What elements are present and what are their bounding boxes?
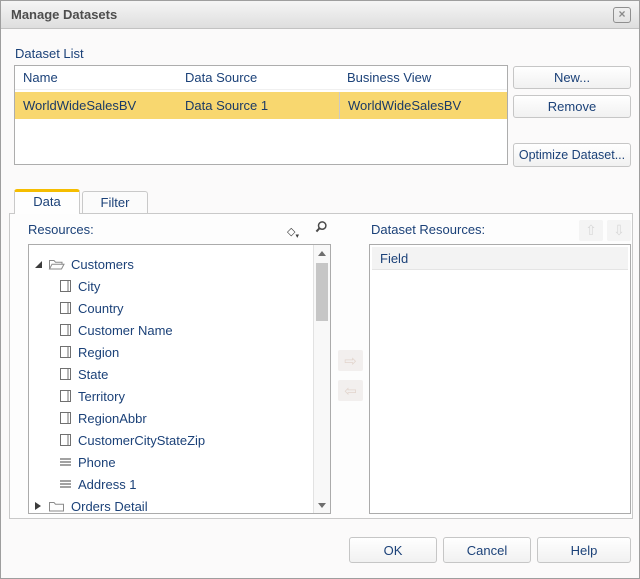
field-icon	[59, 433, 72, 447]
field-icon	[59, 345, 72, 359]
row-data-source: Data Source 1	[185, 98, 269, 113]
tree-item-address-1[interactable]: Address 1	[29, 473, 313, 495]
field-icon	[59, 323, 72, 337]
dataset-resources-list: Field	[369, 244, 631, 514]
expand-icon[interactable]	[35, 502, 48, 510]
close-icon: ×	[618, 7, 626, 21]
tree-item-label: RegionAbbr	[78, 410, 147, 426]
dialog-title: Manage Datasets	[11, 7, 118, 22]
tree-item-label: State	[78, 366, 109, 382]
arrow-up-icon: ⇧	[585, 222, 597, 239]
folder-open-icon	[48, 258, 65, 271]
search-icon[interactable]	[313, 220, 329, 236]
move-down-button[interactable]: ⇩	[607, 220, 631, 241]
field-icon	[59, 389, 72, 403]
remove-button[interactable]: Remove	[513, 95, 631, 118]
remove-from-dataset-button[interactable]: ⇦	[338, 380, 363, 401]
column-header-name: Name	[23, 70, 58, 85]
row-name: WorldWideSalesBV	[23, 98, 137, 113]
tree-item-label: CustomerCityStateZip	[78, 432, 206, 448]
manage-datasets-dialog: Manage Datasets × Dataset List Name Data…	[0, 0, 640, 579]
tree-item-country[interactable]: Country	[29, 297, 313, 319]
tree-item-regionabbr[interactable]: RegionAbbr	[29, 407, 313, 429]
lines-icon	[59, 477, 72, 491]
scrollbar-thumb[interactable]	[316, 263, 328, 321]
resources-tree: Customers City Country Customer Name Region S…	[28, 244, 331, 514]
tree-item-customercitystatezip[interactable]: CustomerCityStateZip	[29, 429, 313, 451]
ok-button[interactable]: OK	[349, 537, 437, 563]
arrow-left-icon: ⇦	[344, 381, 357, 400]
field-icon	[59, 367, 72, 381]
tree-item-label: Phone	[78, 454, 116, 470]
field-column-header: Field	[372, 247, 628, 270]
tree-item-label: Country	[78, 300, 124, 316]
tree-scrollbar[interactable]	[313, 245, 330, 513]
column-header-data-source: Data Source	[185, 70, 258, 85]
tree-item-customers[interactable]: Customers	[29, 253, 313, 275]
scroll-down-icon[interactable]	[314, 497, 330, 513]
close-button[interactable]: ×	[613, 7, 631, 23]
tree-item-city[interactable]: City	[29, 275, 313, 297]
resource-tree-rows: Customers City Country Customer Name Region S…	[29, 245, 313, 513]
collapse-icon[interactable]	[35, 261, 48, 268]
tree-item-label: Orders Detail	[71, 498, 148, 514]
table-row[interactable]: WorldWideSalesBV Data Source 1 WorldWide…	[15, 92, 507, 119]
move-up-button[interactable]: ⇧	[579, 220, 603, 241]
field-icon	[59, 301, 72, 315]
tab-filter[interactable]: Filter	[82, 191, 148, 213]
tree-item-territory[interactable]: Territory	[29, 385, 313, 407]
tree-item-orders-detail[interactable]: Orders Detail	[29, 495, 313, 513]
add-to-dataset-button[interactable]: ⇨	[338, 350, 363, 371]
lines-icon	[59, 455, 72, 469]
sort-icon[interactable]: ◇▾	[287, 222, 307, 240]
tree-item-label: Customer Name	[78, 322, 173, 338]
scroll-up-icon[interactable]	[314, 245, 330, 261]
help-button[interactable]: Help	[537, 537, 631, 563]
tree-item-customer-name[interactable]: Customer Name	[29, 319, 313, 341]
dataset-resources-label: Dataset Resources:	[371, 222, 486, 237]
arrow-down-icon: ⇩	[613, 222, 625, 239]
field-icon	[59, 411, 72, 425]
tree-item-label: Address 1	[78, 476, 137, 492]
dataset-table: Name Data Source Business View WorldWide…	[14, 65, 508, 165]
folder-closed-icon	[48, 500, 65, 513]
tree-item-region[interactable]: Region	[29, 341, 313, 363]
dataset-table-header: Name Data Source Business View	[15, 66, 507, 90]
cancel-button[interactable]: Cancel	[443, 537, 531, 563]
arrow-right-icon: ⇨	[344, 351, 357, 370]
field-icon	[59, 279, 72, 293]
tab-data[interactable]: Data	[14, 189, 80, 214]
tree-item-state[interactable]: State	[29, 363, 313, 385]
tree-item-phone[interactable]: Phone	[29, 451, 313, 473]
row-business-view: WorldWideSalesBV	[339, 92, 507, 119]
titlebar: Manage Datasets ×	[1, 1, 639, 29]
resources-label: Resources:	[28, 222, 94, 237]
optimize-dataset-button[interactable]: Optimize Dataset...	[513, 143, 631, 167]
tree-item-label: Customers	[71, 256, 134, 272]
tree-item-label: Territory	[78, 388, 125, 404]
new-button[interactable]: New...	[513, 66, 631, 89]
column-header-business-view: Business View	[347, 70, 432, 85]
dataset-list-label: Dataset List	[15, 46, 84, 61]
tree-item-label: Region	[78, 344, 120, 360]
tree-item-label: City	[78, 278, 101, 294]
